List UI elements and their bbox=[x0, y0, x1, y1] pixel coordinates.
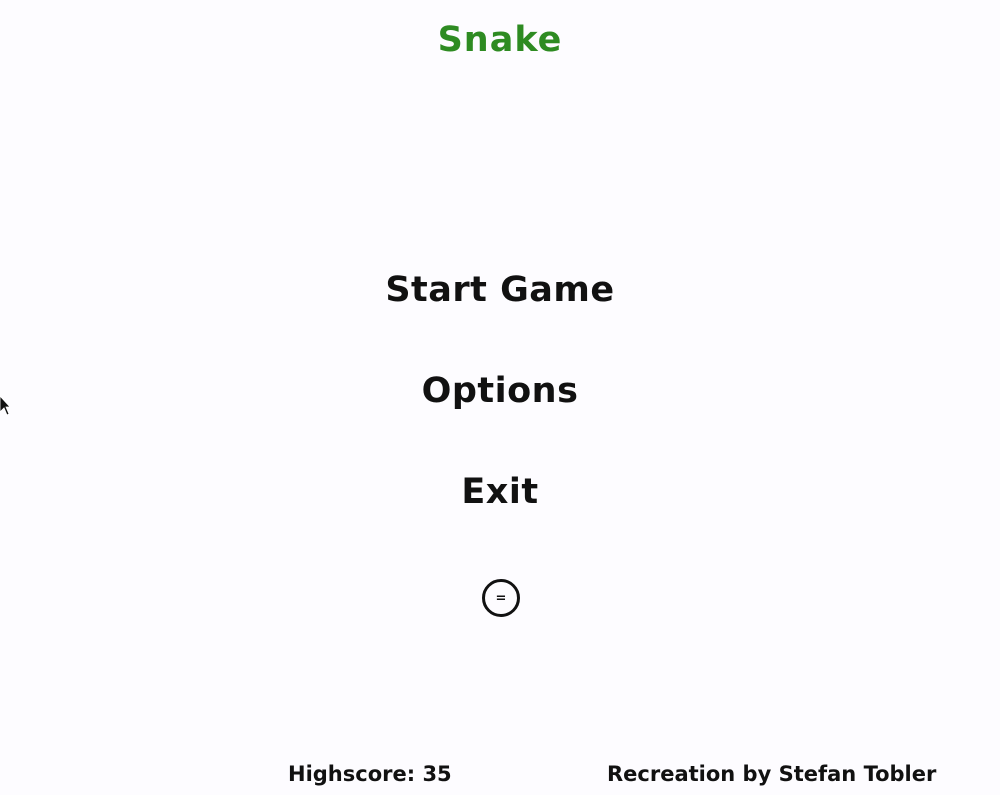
exit-button[interactable]: Exit bbox=[0, 472, 1000, 512]
equals-circle-icon: = bbox=[495, 590, 507, 606]
highscore-label: Highscore: 35 bbox=[288, 762, 452, 786]
options-button[interactable]: Options bbox=[0, 371, 1000, 411]
game-title: Snake bbox=[437, 20, 563, 60]
credits-label: Recreation by Stefan Tobler bbox=[607, 762, 937, 786]
mouse-pointer-icon bbox=[0, 396, 10, 416]
start-game-button[interactable]: Start Game bbox=[0, 270, 1000, 310]
game-screen: Snake Start Game Options Exit = Highscor… bbox=[0, 0, 1000, 795]
round-menu-button[interactable]: = bbox=[482, 579, 520, 617]
